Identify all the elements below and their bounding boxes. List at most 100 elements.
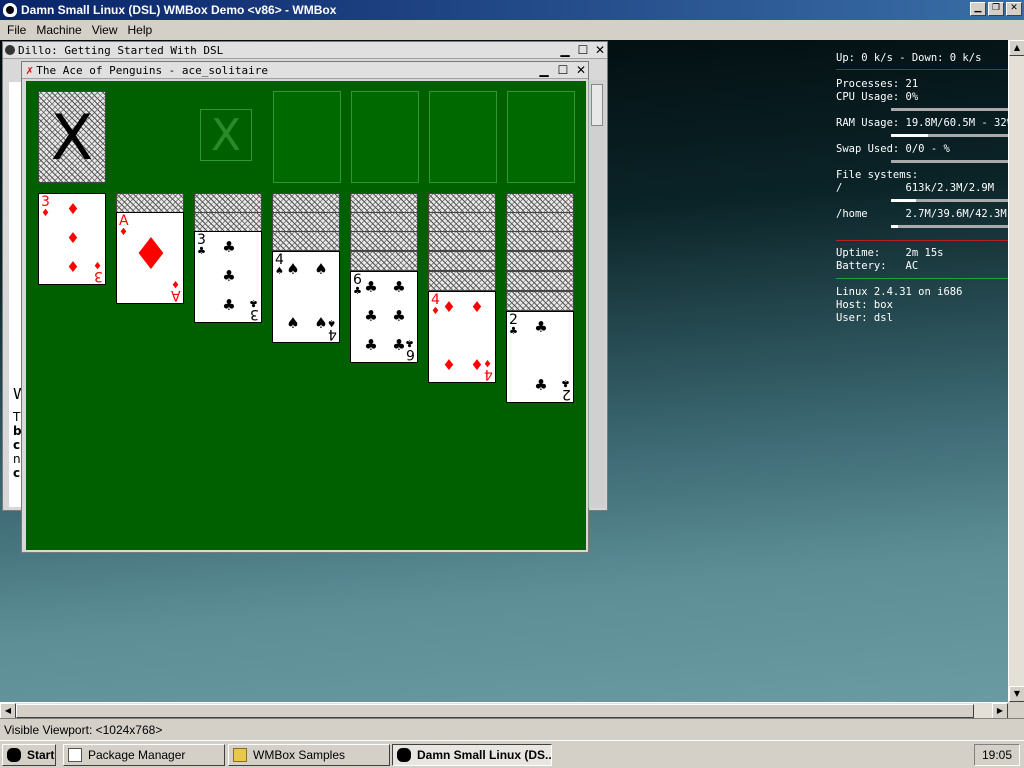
scroll-thumb[interactable] [591, 84, 603, 126]
username: User: dsl [836, 312, 893, 324]
solitaire-maximize-button[interactable]: ☐ [555, 63, 571, 77]
menu-view[interactable]: View [87, 23, 123, 37]
card-pip: ♦ [470, 298, 484, 316]
tableau-card-3-diamonds[interactable]: 3 ♦ ♦ ♦ ♦ ♦ 3 [38, 193, 106, 285]
swap-bar [891, 160, 1008, 163]
card-back [428, 251, 496, 271]
viewport-status: Visible Viewport: <1024x768> [4, 722, 163, 737]
card-back [506, 251, 574, 271]
scroll-right-arrow-icon[interactable]: ▶ [992, 703, 1008, 719]
tableau-card-ace-diamonds[interactable]: A ♦ ♦ ♦ A [116, 212, 184, 304]
stock-x-glyph: X [50, 100, 94, 174]
dillo-vertical-scrollbar[interactable] [588, 80, 606, 508]
divider [836, 69, 1008, 70]
solitaire-app-icon: ✗ [26, 63, 34, 77]
ram-usage: RAM Usage: 19.8M/60.5M - 32% [836, 117, 1014, 129]
net-speed: Up: 0 k/s - Down: 0 k/s [836, 52, 982, 64]
process-count: Processes: 21 [836, 78, 919, 90]
card-rank: 6 [406, 346, 415, 362]
card-back [350, 212, 418, 232]
card-rank: 2 [509, 312, 518, 328]
card-back [116, 193, 184, 213]
penguin-icon [3, 3, 17, 17]
card-rank: 4 [275, 252, 284, 268]
host-statusbar: Visible Viewport: <1024x768> [0, 718, 1024, 740]
host-horizontal-scrollbar[interactable]: ◀ ▶ [0, 702, 1008, 719]
taskbar-dsl-window[interactable]: Damn Small Linux (DS... [392, 744, 552, 766]
dillo-close-button[interactable]: ✕ [592, 43, 608, 57]
taskbar-item-label: Damn Small Linux (DS... [417, 748, 552, 762]
scroll-left-arrow-icon[interactable]: ◀ [0, 703, 16, 719]
solitaire-minimize-button[interactable]: ▁ [536, 63, 552, 77]
foundation-slot[interactable] [351, 91, 419, 183]
card-back [350, 193, 418, 213]
tableau-card-3-clubs[interactable]: 3 ♣ ♣ ♣ ♣ ♣ 3 [194, 231, 262, 323]
taskbar-item-label: Package Manager [88, 748, 186, 762]
tableau-card-6-clubs[interactable]: 6 ♣ ♣ ♣ ♣ ♣ ♣ ♣ ♣ 6 [350, 271, 418, 363]
tableau-card-2-clubs[interactable]: 2 ♣ ♣ ♣ ♣ 2 [506, 311, 574, 403]
host-window-title: Damn Small Linux (DSL) WMBox Demo <v86> … [21, 3, 337, 17]
dillo-minimize-button[interactable]: ▁ [557, 43, 573, 57]
tableau-card-4-spades[interactable]: 4 ♠ ♠ ♠ ♠ ♠ ♠ 4 [272, 251, 340, 343]
card-rank: 3 [197, 232, 206, 248]
card-rank: 6 [353, 272, 362, 288]
card-back [428, 271, 496, 291]
card-back [506, 271, 574, 291]
card-rank: 3 [41, 194, 50, 210]
card-back [194, 193, 262, 213]
card-back [428, 193, 496, 213]
card-suit: ♦ [41, 208, 50, 219]
scroll-thumb[interactable] [16, 704, 974, 718]
cpu-bar [891, 108, 1008, 111]
fs-home: /home 2.7M/39.6M/42.3M [836, 208, 1007, 220]
card-rank: 3 [250, 306, 259, 322]
card-pip: ♦ [442, 356, 456, 374]
tableau-card-4-diamonds[interactable]: 4 ♦ ♦ ♦ ♦ ♦ ♦ 4 [428, 291, 496, 383]
card-pip: ♠ [314, 260, 328, 278]
card-table[interactable]: X X 3 ♦ ♦ ♦ ♦ ♦ 3 A ♦ ♦ ♦ A 3 ♣ ♣ ♣ ♣ ♣ … [26, 81, 586, 550]
solitaire-window[interactable]: ✗ The Ace of Penguins - ace_solitaire ▁ … [21, 61, 589, 553]
card-pip: ♣ [392, 278, 406, 296]
close-button[interactable]: ✕ [1006, 2, 1022, 16]
card-pip: ♦ [66, 200, 80, 218]
card-suit: ♦ [119, 227, 128, 238]
dillo-maximize-button[interactable]: ☐ [575, 43, 591, 57]
scroll-up-arrow-icon[interactable]: ▲ [1009, 40, 1024, 56]
solitaire-close-button[interactable]: ✕ [573, 63, 589, 77]
menu-machine[interactable]: Machine [31, 23, 86, 37]
start-button[interactable]: Start [2, 744, 56, 766]
card-rank: 3 [94, 268, 103, 284]
host-vertical-scrollbar[interactable]: ▲ ▼ [1008, 40, 1024, 702]
filesystems-header: File systems: [836, 169, 919, 181]
card-suit: ♠ [275, 266, 284, 277]
minimize-button[interactable]: ▁ [970, 2, 986, 16]
start-label: Start [27, 748, 55, 762]
foundation-slot[interactable] [507, 91, 575, 183]
waste-pile[interactable]: X [200, 109, 252, 161]
hostname: Host: box [836, 299, 893, 311]
card-pip: ♣ [534, 376, 548, 394]
card-back [272, 193, 340, 213]
solitaire-titlebar[interactable]: ✗ The Ace of Penguins - ace_solitaire ▁ … [22, 62, 588, 79]
card-pip: ♣ [364, 307, 378, 325]
menu-help[interactable]: Help [123, 23, 158, 37]
host-titlebar[interactable]: Damn Small Linux (DSL) WMBox Demo <v86> … [0, 0, 1024, 20]
card-suit: ♣ [509, 326, 518, 337]
card-rank: A [119, 213, 129, 229]
card-pip: ♣ [222, 296, 236, 314]
card-rank: 2 [562, 386, 571, 402]
card-back [428, 231, 496, 251]
dillo-title: Dillo: Getting Started With DSL [18, 43, 224, 57]
restore-button[interactable]: ❐ [988, 2, 1004, 16]
fs-root: / 613k/2.3M/2.9M [836, 182, 995, 194]
foundation-slot[interactable] [273, 91, 341, 183]
card-pip: ♦ [442, 298, 456, 316]
foundation-slot[interactable] [429, 91, 497, 183]
dillo-titlebar[interactable]: Dillo: Getting Started With DSL ▁ ☐ ✕ [3, 42, 607, 59]
scroll-down-arrow-icon[interactable]: ▼ [1009, 686, 1024, 702]
menu-file[interactable]: File [2, 23, 31, 37]
taskbar-package-manager[interactable]: Package Manager [63, 744, 225, 766]
card-back [350, 251, 418, 271]
taskbar-wmbox-samples[interactable]: WMBox Samples [228, 744, 390, 766]
taskbar: Start Package Manager WMBox Samples Damn… [0, 740, 1024, 768]
